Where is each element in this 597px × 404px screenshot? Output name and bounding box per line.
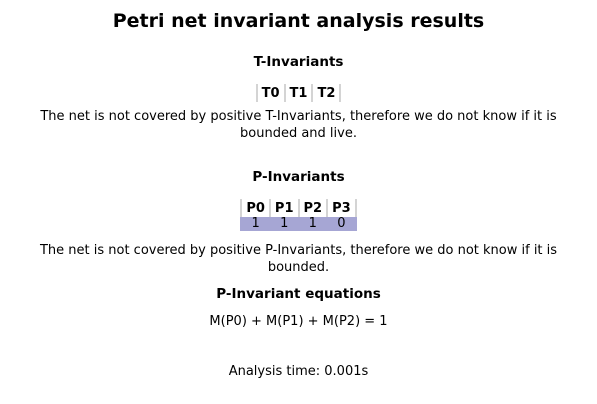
t-invariants-heading: T-Invariants	[253, 54, 344, 70]
page-title: Petri net invariant analysis results	[112, 10, 485, 32]
invariant-cell: 1	[268, 217, 298, 231]
equations-heading: P-Invariant equations	[216, 286, 381, 302]
p-invariants-column-header: P3	[326, 199, 357, 217]
table-row: 1 1 1 0	[240, 217, 357, 231]
p-invariants-column-header: P2	[297, 199, 327, 217]
p-invariants-header-row: P0 P1 P2 P3	[240, 199, 357, 217]
equation-line: M(P0) + M(P1) + M(P2) = 1	[209, 314, 388, 329]
analysis-time: Analysis time: 0.001s	[228, 364, 369, 379]
p-invariants-table: P0 P1 P2 P3 1 1 1 0	[240, 199, 357, 231]
p-invariants-table-wrapper: P0 P1 P2 P3 1 1 1 0	[0, 199, 597, 231]
p-invariants-column-header: P1	[268, 199, 298, 217]
t-invariants-column-header: T1	[283, 84, 312, 102]
t-invariants-column-header: T0	[255, 84, 284, 102]
invariant-cell: 0	[326, 217, 357, 231]
invariant-cell: 1	[297, 217, 327, 231]
p-invariants-heading: P-Invariants	[252, 169, 345, 185]
p-invariants-column-header: P0	[240, 199, 269, 217]
t-invariants-message: The net is not covered by positive T-Inv…	[40, 109, 557, 141]
p-invariants-message: The net is not covered by positive P-Inv…	[39, 243, 558, 275]
t-invariants-table: T0 T1 T2	[255, 84, 342, 102]
t-invariants-table-wrapper: T0 T1 T2	[0, 84, 597, 102]
t-invariants-column-header: T2	[311, 84, 342, 102]
invariant-cell: 1	[240, 217, 269, 231]
t-invariants-header-row: T0 T1 T2	[255, 84, 342, 102]
